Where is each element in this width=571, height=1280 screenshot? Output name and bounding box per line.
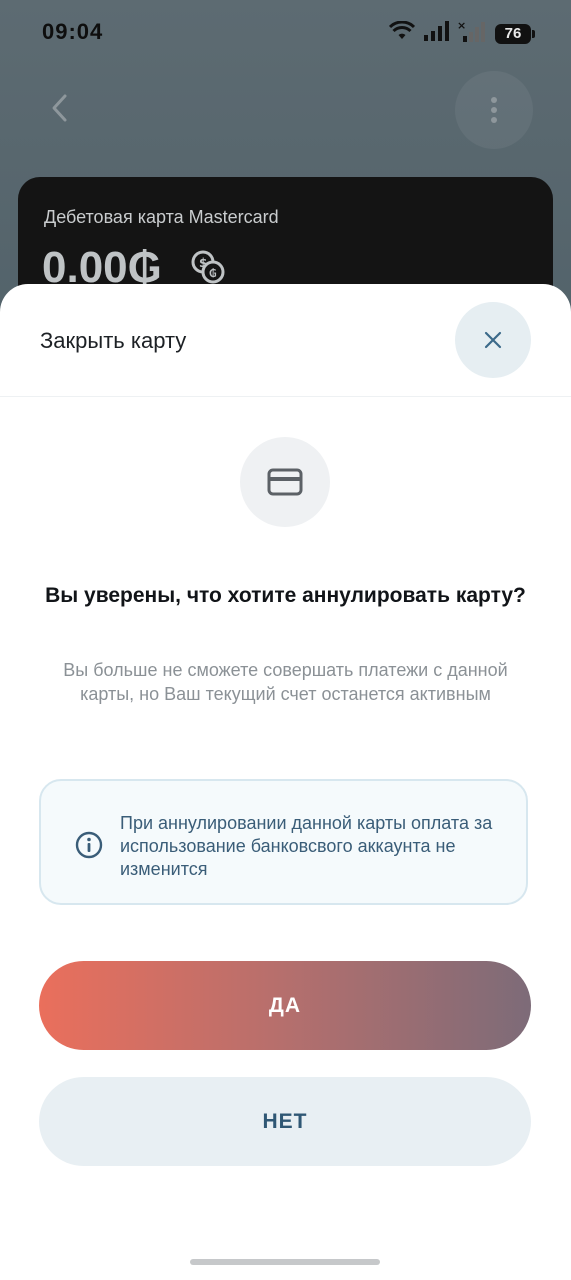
info-icon	[75, 831, 103, 864]
chevron-left-icon	[52, 94, 67, 122]
confirmation-description: Вы больше не сможете совершать платежи с…	[63, 660, 508, 704]
close-card-sheet: Закрыть карту Вы уверены, что хотите анн…	[0, 284, 571, 1280]
card-icon-circle	[240, 437, 330, 527]
wifi-icon	[388, 20, 416, 46]
credit-card-icon	[267, 468, 303, 496]
close-button[interactable]	[455, 302, 531, 378]
status-time: 09:04	[42, 19, 104, 44]
signal-off-icon: ×	[457, 19, 487, 47]
more-vertical-icon	[491, 97, 497, 123]
svg-text:×: ×	[457, 20, 466, 32]
home-indicator[interactable]	[190, 1259, 380, 1265]
status-bar: 09:04 × 76	[0, 0, 571, 62]
confirmation-question: Вы уверены, что хотите аннулировать карт…	[45, 584, 526, 607]
back-button[interactable]	[38, 86, 82, 130]
battery-icon: 76	[495, 23, 535, 44]
sheet-header: Закрыть карту	[0, 284, 571, 397]
no-button[interactable]: НЕТ	[39, 1077, 531, 1166]
close-icon	[484, 331, 502, 349]
sheet-title: Закрыть карту	[40, 328, 187, 353]
info-text: При аннулировании данной карты оплата за…	[120, 813, 493, 879]
svg-text:₲: ₲	[209, 267, 217, 280]
signal-icon	[423, 21, 449, 46]
status-icons: × 76	[388, 19, 535, 47]
card-title: Дебетовая карта Mastercard	[44, 207, 279, 227]
info-notice: При аннулировании данной карты оплата за…	[39, 779, 528, 905]
more-options-button[interactable]	[455, 71, 533, 149]
yes-button[interactable]: ДА	[39, 961, 531, 1050]
svg-text:$: $	[199, 256, 207, 270]
